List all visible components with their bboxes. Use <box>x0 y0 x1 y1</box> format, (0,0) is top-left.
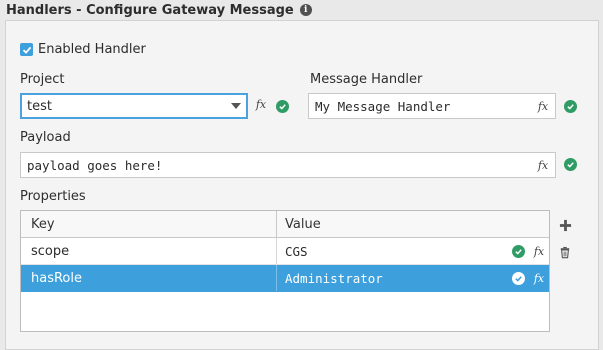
section-title: Handlers - Configure Gateway Message <box>6 2 294 18</box>
row-value-cell: Administrator fx <box>277 265 549 291</box>
project-valid-icon <box>276 100 289 113</box>
checkmark-icon <box>22 46 31 54</box>
payload-valid-icon <box>564 158 577 171</box>
payload-label: Payload <box>20 130 71 145</box>
project-dropdown[interactable]: test <box>20 93 248 119</box>
row-key[interactable]: hasRole <box>21 265 277 291</box>
message-handler-value: My Message Handler <box>315 98 451 114</box>
enabled-handler-row[interactable]: Enabled Handler <box>20 42 146 57</box>
row-value-icons: fx <box>512 244 547 258</box>
row-value[interactable]: CGS <box>285 244 512 259</box>
payload-value: payload goes here! <box>27 157 163 173</box>
row-key[interactable]: scope <box>21 238 277 264</box>
project-label: Project <box>20 72 65 87</box>
properties-label: Properties <box>20 189 86 204</box>
row-value-icons: fx <box>512 271 547 285</box>
payload-fx-icon[interactable]: fx <box>535 159 551 172</box>
message-handler-valid-icon <box>564 100 577 113</box>
chevron-down-icon <box>231 103 241 109</box>
project-fx-icon[interactable]: fx <box>253 98 269 111</box>
payload-field[interactable]: payload goes here! fx <box>20 152 556 178</box>
valid-check-icon <box>512 244 525 258</box>
table-header: Key Value <box>21 211 549 238</box>
table-row-selected[interactable]: hasRole Administrator fx <box>21 265 549 292</box>
column-header-key[interactable]: Key <box>21 211 277 237</box>
enabled-handler-checkbox[interactable] <box>20 43 33 56</box>
enabled-handler-label: Enabled Handler <box>38 42 146 57</box>
info-circle-icon[interactable]: i <box>299 4 312 16</box>
message-handler-fx-icon[interactable]: fx <box>535 100 551 113</box>
table-row[interactable]: scope CGS fx <box>21 238 549 265</box>
row-value[interactable]: Administrator <box>285 271 512 286</box>
delete-row-button[interactable] <box>558 245 572 259</box>
column-header-value[interactable]: Value <box>277 211 549 237</box>
valid-check-icon <box>512 271 525 285</box>
row-value-cell: CGS fx <box>277 238 549 264</box>
row-fx-icon[interactable]: fx <box>531 272 547 285</box>
section-header: Handlers - Configure Gateway Message i <box>6 0 596 20</box>
properties-table[interactable]: Key Value scope CGS fx hasRole Administr… <box>20 210 550 332</box>
message-handler-label: Message Handler <box>310 72 423 87</box>
plus-icon <box>559 219 571 231</box>
message-handler-field[interactable]: My Message Handler fx <box>308 93 556 119</box>
row-fx-icon[interactable]: fx <box>531 245 547 258</box>
project-value: test <box>27 98 52 114</box>
add-row-button[interactable] <box>558 218 572 232</box>
trash-icon <box>560 246 570 258</box>
